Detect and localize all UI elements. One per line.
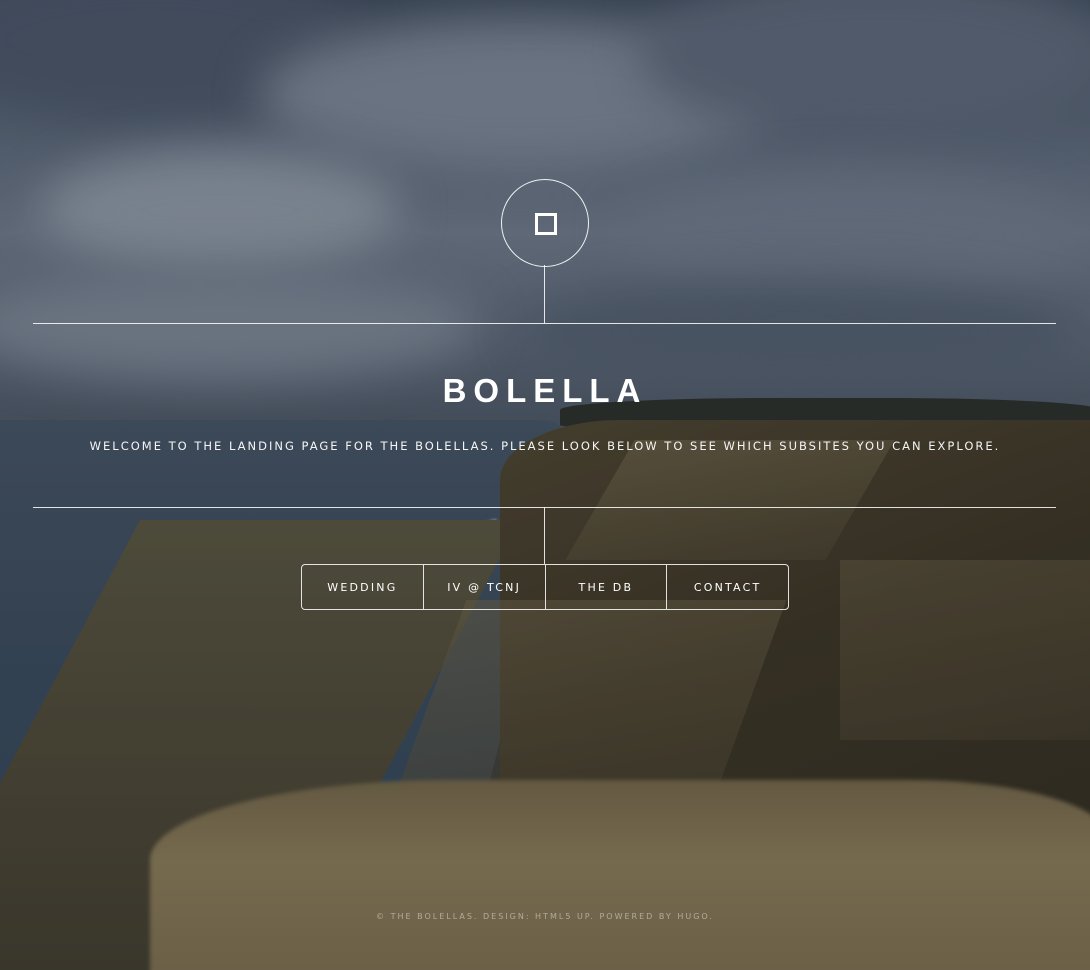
connector-line [544, 265, 545, 323]
landing-content: BOLELLA WELCOME TO THE LANDING PAGE FOR … [0, 0, 1090, 970]
nav-item-wedding[interactable]: WEDDING [302, 565, 423, 609]
connector-line [544, 507, 545, 564]
main-nav: WEDDING IV @ TCNJ THE DB CONTACT [301, 564, 789, 610]
page-title: BOLELLA [442, 372, 648, 409]
logo[interactable] [501, 179, 589, 267]
square-outline-icon [535, 213, 557, 235]
divider-top [33, 323, 1056, 324]
intro-text: WELCOME TO THE LANDING PAGE FOR THE BOLE… [89, 439, 1001, 453]
nav-item-the-db[interactable]: THE DB [544, 565, 667, 609]
nav-item-contact[interactable]: CONTACT [666, 565, 788, 609]
nav-item-iv-tcnj[interactable]: IV @ TCNJ [422, 565, 545, 609]
footer-copyright: © THE BOLELLAS. DESIGN: HTML5 UP. POWERE… [376, 912, 714, 921]
